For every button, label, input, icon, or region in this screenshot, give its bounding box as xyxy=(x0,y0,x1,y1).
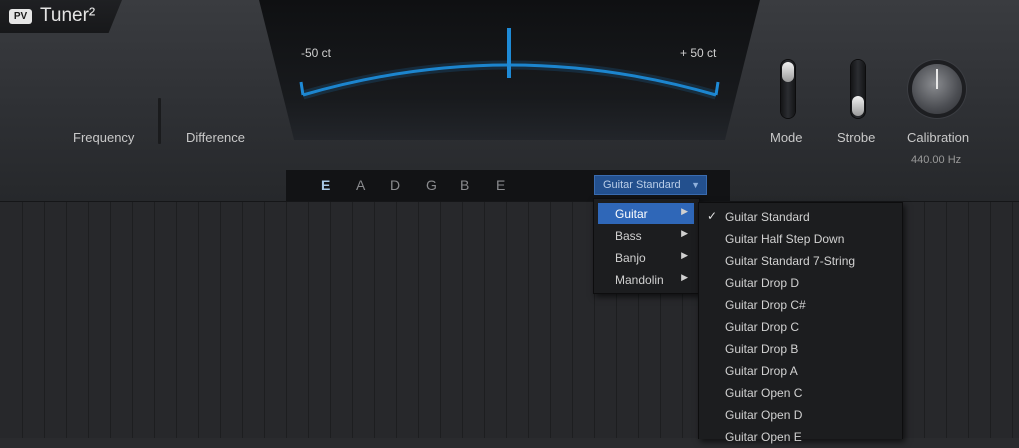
difference-label: Difference xyxy=(186,130,246,145)
grid-lane xyxy=(506,202,507,438)
string-note-1[interactable]: A xyxy=(356,177,366,193)
tuning-menu-item-label: Guitar Drop A xyxy=(725,364,798,378)
string-note-2[interactable]: D xyxy=(390,177,401,193)
grid-lane xyxy=(110,202,111,438)
string-note-0[interactable]: E xyxy=(321,177,331,193)
tuning-menu-item[interactable]: Guitar Drop B xyxy=(699,338,899,360)
meter-left-label: -50 ct xyxy=(301,46,332,60)
instrument-menu-item-label: Bass xyxy=(615,229,642,243)
instrument-menu-item[interactable]: Guitar ▶ xyxy=(598,203,694,224)
chevron-right-icon: ▶ xyxy=(681,272,688,282)
grid-lane xyxy=(374,202,375,438)
instrument-menu: Guitar ▶ Bass ▶ Banjo ▶ Mandolin ▶ xyxy=(593,198,700,294)
grid-lane xyxy=(418,202,419,438)
grid-lane xyxy=(154,202,155,438)
mode-toggle[interactable] xyxy=(781,60,795,118)
mode-toggle-knob xyxy=(782,62,794,82)
grid-lane xyxy=(198,202,199,438)
grid-lane xyxy=(264,202,265,438)
tuning-menu-item-label: Guitar Drop C# xyxy=(725,298,806,312)
strobe-label: Strobe xyxy=(837,130,876,145)
instrument-menu-item[interactable]: Mandolin ▶ xyxy=(598,269,694,290)
tuning-submenu: ✓ Guitar Standard Guitar Half Step Down Gui… xyxy=(698,202,903,444)
grid-lane xyxy=(462,202,463,438)
meter-right-label: + 50 ct xyxy=(680,46,717,60)
presonus-logo-icon: PV xyxy=(9,9,32,24)
grid-lane xyxy=(220,202,221,438)
instrument-menu-item-label: Guitar xyxy=(615,207,648,221)
tuning-menu-item[interactable]: Guitar Open E xyxy=(699,426,899,448)
tuning-menu-item-label: Guitar Drop D xyxy=(725,276,800,290)
string-note-4[interactable]: B xyxy=(460,177,470,193)
tuning-menu-item-label: Guitar Half Step Down xyxy=(725,232,845,246)
grid-lane xyxy=(484,202,485,438)
grid-lane xyxy=(286,202,287,438)
chevron-right-icon: ▶ xyxy=(681,206,688,216)
tuning-dropdown-value: Guitar Standard xyxy=(603,179,681,191)
grid-lane xyxy=(330,202,331,438)
instrument-menu-item[interactable]: Bass ▶ xyxy=(598,225,694,246)
grid-lane xyxy=(528,202,529,438)
grid-lane xyxy=(44,202,45,438)
grid-lane xyxy=(88,202,89,438)
frequency-label: Frequency xyxy=(73,130,135,145)
instrument-menu-item[interactable]: Banjo ▶ xyxy=(598,247,694,268)
tuning-dropdown[interactable]: Guitar Standard ▼ xyxy=(594,175,707,195)
tuning-menu-item[interactable]: ✓ Guitar Standard xyxy=(699,206,899,228)
tuning-menu-item[interactable]: Guitar Drop A xyxy=(699,360,899,382)
chevron-right-icon: ▶ xyxy=(681,228,688,238)
tuning-menu-item-label: Guitar Open C xyxy=(725,386,803,400)
cents-meter: -50 ct + 50 ct xyxy=(259,0,760,140)
grid-lane xyxy=(242,202,243,438)
string-note-3[interactable]: G xyxy=(426,177,438,193)
tuning-menu-item-label: Guitar Open D xyxy=(725,408,803,422)
mode-label: Mode xyxy=(770,130,803,145)
tuning-menu-item-label: Guitar Drop C xyxy=(725,320,800,334)
tuning-menu-item[interactable]: Guitar Drop C xyxy=(699,316,899,338)
grid-lane xyxy=(396,202,397,438)
tuning-menu-item[interactable]: Guitar Half Step Down xyxy=(699,228,899,250)
grid-lane xyxy=(176,202,177,438)
grid-lane xyxy=(924,202,925,438)
title-tab: PV Tuner² xyxy=(0,0,122,33)
tuning-menu-item-label: Guitar Standard 7-String xyxy=(725,254,856,268)
tuning-menu-item-label: Guitar Open E xyxy=(725,430,802,444)
calibration-value: 440.00 Hz xyxy=(911,154,962,166)
tuning-menu-item[interactable]: Guitar Drop C# xyxy=(699,294,899,316)
instrument-menu-item-label: Mandolin xyxy=(615,273,664,287)
meter-needle xyxy=(507,28,511,78)
grid-lane xyxy=(990,202,991,438)
strobe-toggle[interactable] xyxy=(851,60,865,118)
calibration-knob[interactable] xyxy=(912,64,962,114)
plugin-title: Tuner² xyxy=(40,5,96,26)
grid-lane xyxy=(22,202,23,438)
grid-lane xyxy=(1012,202,1013,438)
grid-lane xyxy=(352,202,353,438)
grid-lane xyxy=(572,202,573,438)
tuner-panel: PV Tuner² -50 ct + 50 ct Frequency Diffe… xyxy=(0,0,1019,202)
grid-lane xyxy=(440,202,441,438)
strobe-toggle-knob xyxy=(852,96,864,116)
caret-down-icon: ▼ xyxy=(691,180,700,190)
tuning-menu-item[interactable]: Guitar Drop D xyxy=(699,272,899,294)
instrument-menu-item-label: Banjo xyxy=(615,251,646,265)
grid-lane xyxy=(308,202,309,438)
tuning-menu-item[interactable]: Guitar Open C xyxy=(699,382,899,404)
readout-divider xyxy=(158,98,161,144)
grid-lane xyxy=(132,202,133,438)
tuning-menu-item[interactable]: Guitar Open D xyxy=(699,404,899,426)
grid-lane xyxy=(550,202,551,438)
meter-arc-graphic xyxy=(299,28,720,100)
grid-lane xyxy=(946,202,947,438)
check-icon: ✓ xyxy=(707,209,718,223)
tuning-menu-item[interactable]: Guitar Standard 7-String xyxy=(699,250,899,272)
tuning-menu-item-label: Guitar Drop B xyxy=(725,342,799,356)
string-note-5[interactable]: E xyxy=(496,177,506,193)
chevron-right-icon: ▶ xyxy=(681,250,688,260)
grid-lane xyxy=(66,202,67,438)
calibration-label: Calibration xyxy=(907,130,970,145)
grid-lane xyxy=(968,202,969,438)
tuning-menu-item-label: Guitar Standard xyxy=(725,210,810,224)
